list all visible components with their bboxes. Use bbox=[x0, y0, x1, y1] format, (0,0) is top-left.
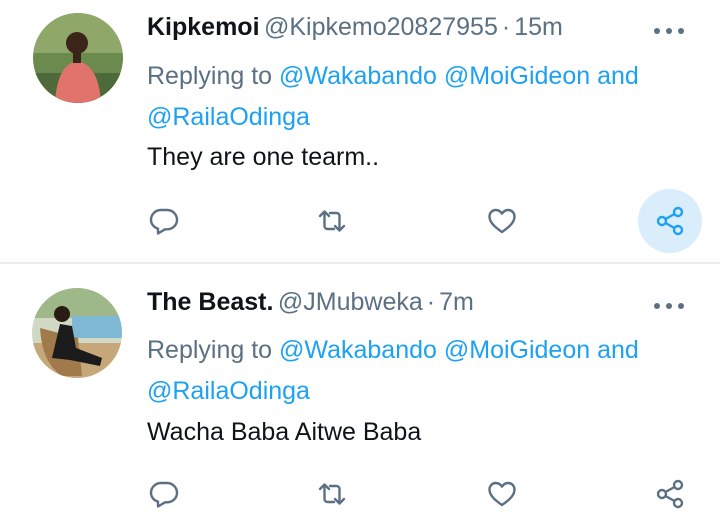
mention-link[interactable]: @MoiGideon bbox=[444, 336, 590, 364]
separator: · bbox=[426, 288, 436, 316]
reply-icon bbox=[149, 481, 179, 508]
mention-link[interactable]: @MoiGideon bbox=[444, 62, 590, 90]
mention-link[interactable]: @RailaOdinga bbox=[147, 377, 310, 405]
mention-link[interactable]: @RailaOdinga bbox=[147, 103, 310, 131]
retweet-button[interactable] bbox=[300, 462, 364, 526]
reply-button[interactable] bbox=[132, 189, 196, 253]
reply-icon bbox=[149, 208, 179, 235]
like-button[interactable] bbox=[470, 189, 534, 253]
replying-prefix: Replying to bbox=[147, 62, 273, 90]
retweet-icon bbox=[318, 210, 346, 232]
avatar[interactable] bbox=[33, 13, 123, 103]
share-icon bbox=[656, 206, 684, 236]
avatar[interactable] bbox=[32, 288, 122, 378]
share-icon bbox=[656, 479, 684, 509]
retweet-icon bbox=[318, 483, 346, 505]
user-handle[interactable]: @Kipkemo20827955 bbox=[264, 13, 498, 41]
mention-joiner[interactable]: and bbox=[597, 336, 639, 364]
share-button[interactable] bbox=[638, 462, 702, 526]
separator: · bbox=[501, 13, 511, 41]
tweet-text: They are one tearm.. bbox=[147, 143, 380, 171]
like-icon bbox=[488, 208, 516, 234]
user-handle[interactable]: @JMubweka bbox=[278, 288, 423, 316]
replying-to: Replying to @Wakabando @MoiGideon and @R… bbox=[147, 56, 702, 138]
more-icon[interactable] bbox=[652, 19, 686, 43]
like-icon bbox=[488, 481, 516, 507]
tweet-text: Wacha Baba Aitwe Baba bbox=[147, 418, 422, 446]
retweet-button[interactable] bbox=[300, 189, 364, 253]
reply-button[interactable] bbox=[132, 462, 196, 526]
replying-to: Replying to @Wakabando @MoiGideon and @R… bbox=[147, 330, 702, 412]
tweet-header: Kipkemoi @Kipkemo20827955 · 15m bbox=[147, 13, 720, 47]
mention-link[interactable]: @Wakabando bbox=[279, 62, 437, 90]
tweet[interactable]: The Beast. @JMubweka · 7m Replying to @Wak… bbox=[0, 264, 720, 521]
display-name[interactable]: The Beast. bbox=[147, 288, 273, 316]
tweet-header: The Beast. @JMubweka · 7m bbox=[147, 288, 720, 322]
tweet[interactable]: Kipkemoi @Kipkemo20827955 · 15m Replying t… bbox=[0, 0, 720, 263]
timestamp[interactable]: 15m bbox=[514, 13, 563, 41]
share-button[interactable] bbox=[638, 189, 702, 253]
mention-joiner[interactable]: and bbox=[597, 62, 639, 90]
tweet-actions bbox=[0, 462, 720, 526]
mention-link[interactable]: @Wakabando bbox=[279, 336, 437, 364]
replying-prefix: Replying to bbox=[147, 336, 273, 364]
more-icon[interactable] bbox=[652, 294, 686, 318]
like-button[interactable] bbox=[470, 462, 534, 526]
timestamp[interactable]: 7m bbox=[439, 288, 474, 316]
display-name[interactable]: Kipkemoi bbox=[147, 13, 260, 41]
tweet-actions bbox=[0, 189, 720, 253]
